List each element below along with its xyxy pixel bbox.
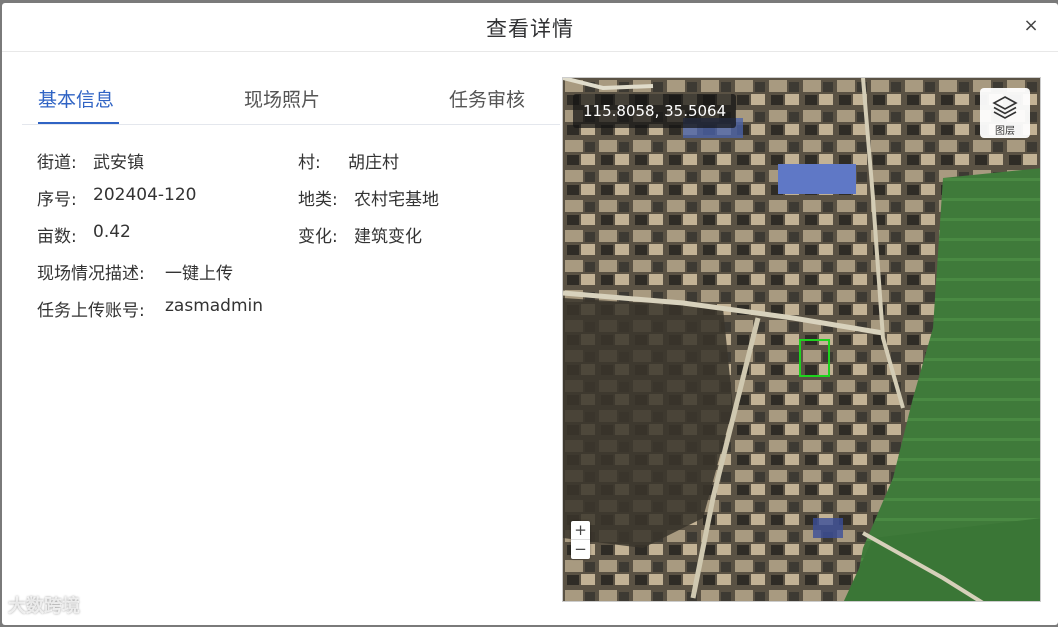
dialog-header: 查看详情 ×	[2, 3, 1058, 52]
mu-value: 0.42	[93, 222, 131, 242]
layers-icon	[992, 96, 1018, 119]
watermark-logo: 大数跨境	[8, 596, 80, 617]
tab-site-photos[interactable]: 现场照片	[244, 87, 320, 125]
change-label: 变化:	[298, 227, 338, 247]
landtype-value: 农村宅基地	[354, 190, 439, 210]
landtype-label: 地类:	[298, 190, 338, 210]
account-label: 任务上传账号:	[37, 301, 145, 321]
serial-value: 202404-120	[93, 185, 197, 205]
layer-switch-button[interactable]: 图层	[980, 88, 1030, 138]
village-label: 村:	[298, 153, 321, 173]
detail-dialog: 查看详情 × 基本信息 现场照片 任务审核 街道: 武安镇 村: 胡庄村 序号:…	[2, 3, 1058, 625]
zoom-control: + −	[571, 521, 590, 559]
description-label: 现场情况描述:	[37, 264, 145, 284]
zoom-out-button[interactable]: −	[571, 540, 590, 559]
village-value: 胡庄村	[348, 153, 399, 173]
account-value: zasmadmin	[165, 296, 264, 316]
mu-label: 亩数:	[37, 227, 77, 247]
description-value: 一键上传	[165, 264, 233, 284]
satellite-map[interactable]: 115.8058, 35.5064 图层 + −	[562, 77, 1041, 602]
satellite-imagery	[563, 78, 1040, 601]
tab-basic-info[interactable]: 基本信息	[38, 87, 114, 125]
tab-task-review[interactable]: 任务审核	[449, 87, 525, 125]
serial-label: 序号:	[37, 190, 77, 210]
tab-bar: 基本信息 现场照片 任务审核	[22, 87, 560, 125]
street-label: 街道:	[37, 153, 77, 173]
close-icon[interactable]: ×	[1020, 15, 1042, 37]
dialog-title: 查看详情	[486, 17, 574, 41]
change-value: 建筑变化	[354, 227, 422, 247]
zoom-in-button[interactable]: +	[571, 521, 590, 540]
street-value: 武安镇	[93, 153, 144, 173]
layer-button-label: 图层	[995, 126, 1015, 137]
active-tab-indicator	[38, 122, 119, 124]
coordinate-readout: 115.8058, 35.5064	[573, 94, 737, 128]
